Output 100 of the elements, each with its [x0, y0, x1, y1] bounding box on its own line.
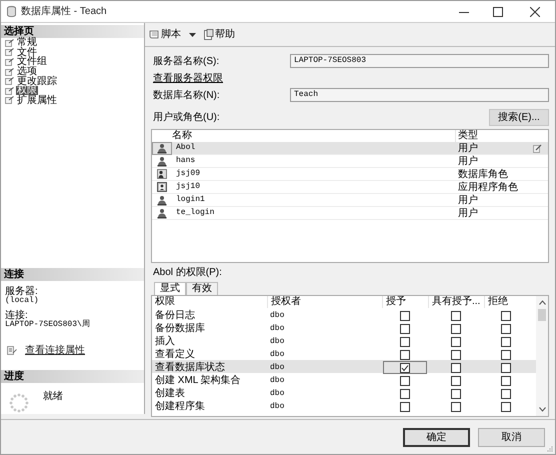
- spinner-icon: [9, 393, 29, 413]
- help-button[interactable]: 帮助: [204, 27, 235, 42]
- checkbox[interactable]: [400, 324, 410, 334]
- checkbox[interactable]: [501, 336, 511, 346]
- user-name: hans: [175, 155, 196, 167]
- permission-row[interactable]: 备份日志 dbo: [152, 308, 536, 321]
- permission-row[interactable]: 创建程序集 dbo: [152, 399, 536, 412]
- grantor-name: dbo: [269, 388, 286, 400]
- connection-label: 连接:: [5, 311, 28, 320]
- checkbox[interactable]: [451, 402, 461, 412]
- sidebar-item[interactable]: 文件组: [16, 57, 48, 66]
- checkbox[interactable]: [400, 402, 410, 412]
- user-row[interactable]: te_login 用户: [152, 207, 548, 220]
- user-icon: [157, 194, 167, 206]
- sidebar-item[interactable]: 常规: [16, 38, 38, 48]
- column-header: 授予: [382, 296, 428, 308]
- column-header: 授权者: [267, 296, 382, 308]
- sidebar-item[interactable]: 文件: [16, 48, 38, 57]
- checkbox[interactable]: [400, 388, 410, 398]
- server-value: (local): [5, 296, 40, 305]
- permission-row[interactable]: 创建表 dbo: [152, 386, 536, 399]
- page-icon: [5, 68, 14, 76]
- page-icon: [5, 86, 14, 95]
- checkbox[interactable]: [400, 310, 410, 320]
- checkbox[interactable]: [400, 362, 410, 372]
- checkbox[interactable]: [451, 388, 461, 398]
- properties-icon: [7, 346, 17, 355]
- checkbox[interactable]: [400, 336, 410, 346]
- tab[interactable]: 有效: [186, 282, 218, 295]
- scrollbar-thumb[interactable]: [538, 309, 546, 321]
- sidebar-item[interactable]: 更改跟踪: [16, 76, 58, 86]
- column-header: 拒绝: [484, 296, 528, 308]
- connection-value: LAPTOP-7SEOS803\周: [5, 320, 91, 329]
- checkbox[interactable]: [501, 350, 511, 360]
- search-button[interactable]: 搜索(E)...: [489, 109, 549, 126]
- role-icon: [157, 168, 167, 180]
- checkbox[interactable]: [451, 310, 461, 320]
- checkbox[interactable]: [501, 388, 511, 398]
- user-type: 数据库角色: [457, 168, 509, 182]
- checkbox[interactable]: [451, 362, 461, 372]
- server-name-field[interactable]: LAPTOP-7SEOS803: [290, 54, 549, 68]
- resize-grip-icon: [547, 446, 553, 452]
- section-header: 进度: [1, 370, 144, 383]
- user-row[interactable]: login1 用户: [152, 194, 548, 207]
- permission-row[interactable]: 创建 XML 架构集合 dbo: [152, 373, 536, 386]
- checkbox[interactable]: [451, 376, 461, 386]
- user-row[interactable]: jsj10 应用程序角色: [152, 181, 548, 194]
- section-header: 连接: [1, 268, 144, 281]
- checkbox[interactable]: [451, 324, 461, 334]
- scroll-down-icon: [538, 407, 546, 412]
- permission-name: 备份数据库: [154, 322, 206, 336]
- user-name: jsj09: [175, 168, 202, 180]
- page-icon: [5, 77, 14, 86]
- user-type: 用户: [457, 142, 479, 156]
- user-row[interactable]: hans 用户: [152, 155, 548, 168]
- cancel-button[interactable]: 取消: [478, 428, 545, 446]
- window-title: 数据库属性 - Teach: [21, 4, 107, 19]
- permission-name: 插入: [154, 334, 176, 348]
- checkbox[interactable]: [400, 350, 410, 360]
- column-header: 权限: [154, 296, 176, 308]
- database-name-label: 数据库名称(N):: [152, 88, 221, 102]
- scrollbar[interactable]: [536, 296, 548, 416]
- user-icon: [157, 208, 167, 218]
- scroll-up-icon: [538, 300, 546, 305]
- user-name: jsj10: [175, 181, 202, 193]
- checkbox[interactable]: [501, 362, 511, 372]
- checkbox[interactable]: [501, 310, 511, 320]
- users-label: 用户或角色(U):: [152, 110, 220, 125]
- checkbox[interactable]: [451, 336, 461, 346]
- tab[interactable]: 显式: [154, 282, 186, 295]
- checkbox[interactable]: [400, 376, 410, 386]
- server-label: 服务器:: [5, 287, 39, 296]
- server-permissions-link[interactable]: 查看服务器权限: [153, 70, 223, 86]
- permission-row[interactable]: 插入 dbo: [152, 334, 536, 347]
- user-row[interactable]: Abol 用户: [152, 142, 548, 155]
- sidebar-item[interactable]: 选项: [16, 67, 38, 76]
- permission-row[interactable]: 查看数据库状态 dbo: [152, 360, 536, 373]
- permission-row[interactable]: 备份数据库 dbo: [152, 321, 536, 334]
- user-type: 应用程序角色: [457, 180, 519, 194]
- connection-properties-link[interactable]: 查看连接属性: [25, 343, 85, 358]
- checkbox[interactable]: [501, 376, 511, 386]
- page-icon: [5, 48, 14, 56]
- user-type: 用户: [457, 194, 479, 208]
- checkbox[interactable]: [451, 350, 461, 360]
- checkbox[interactable]: [501, 324, 511, 334]
- permission-name: 创建表: [154, 386, 186, 400]
- script-button[interactable]: 脚本: [149, 27, 181, 42]
- section-header: 选择页: [1, 25, 144, 38]
- grantor-name: dbo: [269, 310, 286, 322]
- checkbox[interactable]: [501, 402, 511, 412]
- database-name-field[interactable]: Teach: [290, 88, 549, 102]
- ok-button[interactable]: 确定: [403, 428, 470, 446]
- permissions-label: Abol 的权限(P):: [152, 266, 222, 280]
- user-row[interactable]: jsj09 数据库角色: [152, 168, 548, 181]
- grantor-name: dbo: [269, 322, 286, 334]
- permission-row[interactable]: 查看定义 dbo: [152, 347, 536, 360]
- server-name-label: 服务器名称(S):: [152, 54, 220, 68]
- grantor-name: dbo: [269, 336, 286, 348]
- column-header: 名称: [172, 130, 193, 142]
- sidebar-item[interactable]: 扩展属性: [16, 96, 58, 105]
